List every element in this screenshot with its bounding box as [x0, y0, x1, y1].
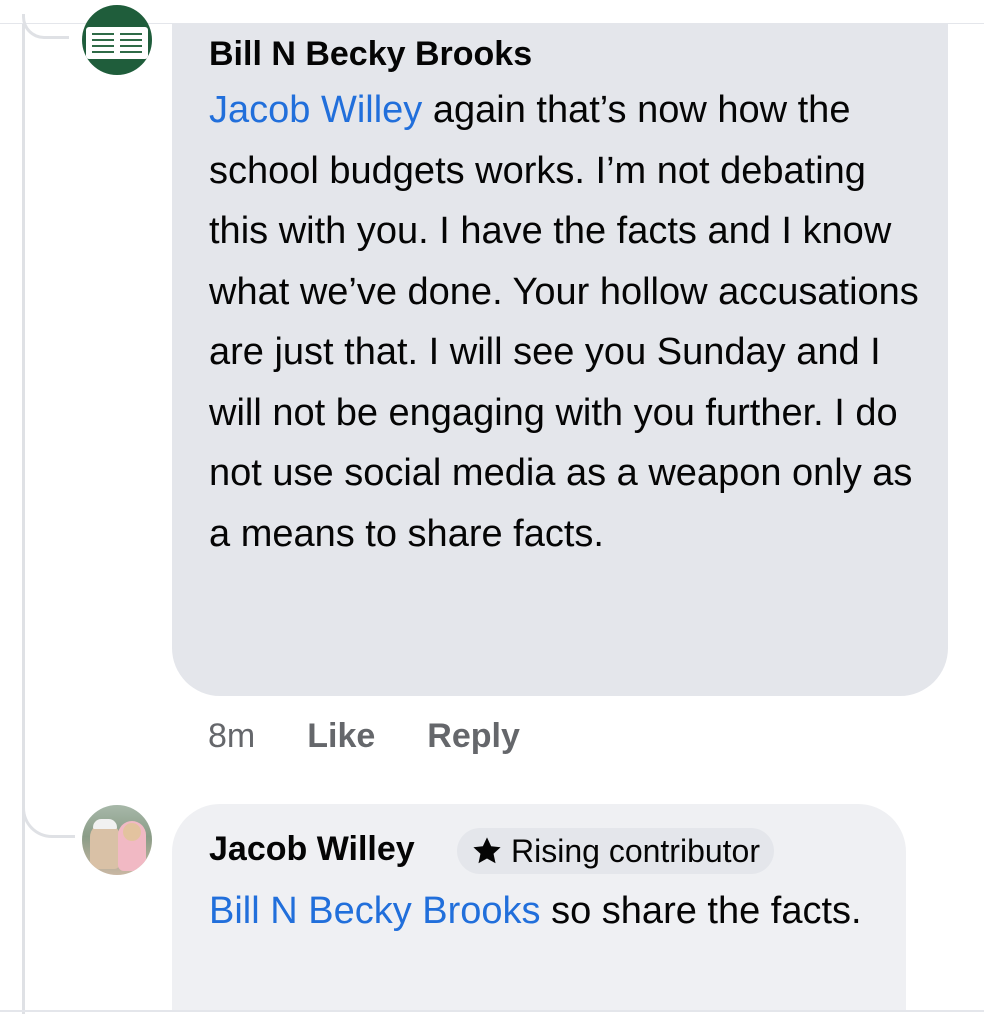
comment-bubble[interactable]: Bill N Becky Brooks Jacob Willey again t…: [172, 24, 948, 696]
comment-actions: 8m Like Reply: [208, 714, 520, 758]
contributor-badge[interactable]: Rising contributor: [457, 828, 774, 874]
badge-label: Rising contributor: [511, 832, 760, 869]
comment-author[interactable]: Bill N Becky Brooks: [209, 34, 532, 74]
like-button[interactable]: Like: [307, 717, 375, 756]
comment-timestamp[interactable]: 8m: [208, 717, 255, 756]
comment-text: Bill N Becky Brooks so share the facts.: [209, 881, 899, 942]
comment-author[interactable]: Jacob Willey: [209, 829, 415, 869]
bottom-divider: [0, 1010, 984, 1012]
comment-body: again that’s now how the school budgets …: [209, 89, 919, 555]
mention-link[interactable]: Bill N Becky Brooks: [209, 890, 541, 932]
thread-connector: [22, 14, 69, 39]
comment-body: so share the facts.: [540, 890, 862, 932]
avatar-image: [118, 821, 146, 871]
avatar[interactable]: [82, 805, 152, 875]
star-icon: [471, 835, 503, 867]
thread-line: [22, 24, 25, 1014]
mention-link[interactable]: Jacob Willey: [209, 89, 422, 131]
avatar[interactable]: [82, 5, 152, 75]
reply-button[interactable]: Reply: [427, 717, 520, 756]
avatar-image: [90, 819, 120, 869]
thread-connector: [22, 795, 75, 838]
comment-bubble[interactable]: Jacob Willey Rising contributor Bill N B…: [172, 804, 906, 1010]
avatar-image: [86, 27, 148, 59]
comment-text: Jacob Willey again that’s now how the sc…: [209, 80, 929, 564]
